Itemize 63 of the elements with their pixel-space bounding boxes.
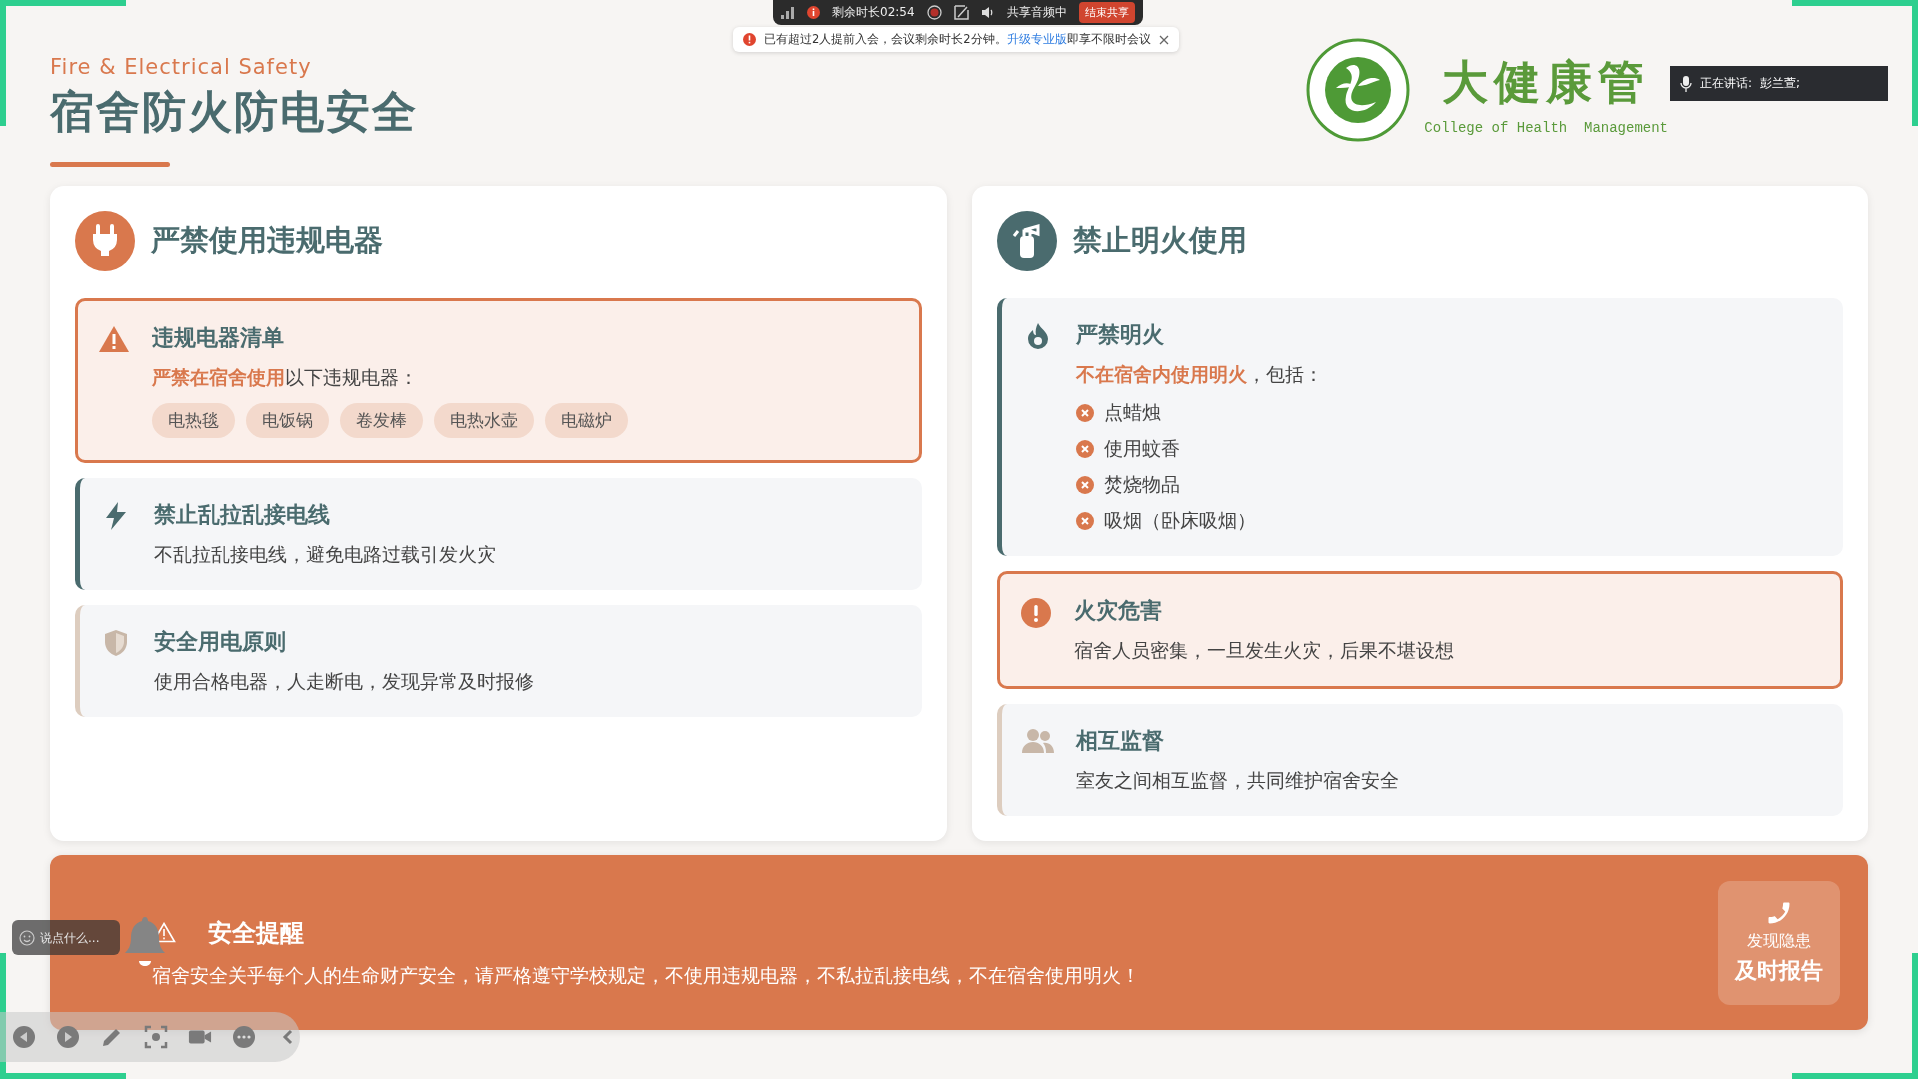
list-item-text: 吸烟（卧床吸烟） bbox=[1103, 508, 1256, 533]
college-english-name: College of Health Management bbox=[1424, 120, 1668, 136]
shield-icon bbox=[104, 629, 128, 657]
item-title: 安全用电原则 bbox=[154, 628, 287, 656]
college-name: 大健康管 bbox=[1442, 54, 1651, 111]
item-text: 宿舍人员密集，一旦发生火灾，后果不堪设想 bbox=[1073, 638, 1454, 663]
screenshot-icon[interactable] bbox=[144, 1025, 168, 1049]
warning-icon bbox=[98, 325, 130, 353]
play-icon[interactable] bbox=[56, 1025, 80, 1049]
chat-field[interactable]: 说点什么... bbox=[12, 920, 120, 955]
item-title: 违规电器清单 bbox=[152, 324, 285, 352]
signal-icon bbox=[781, 6, 795, 19]
smiley-icon bbox=[19, 930, 35, 946]
previous-icon[interactable] bbox=[12, 1025, 36, 1049]
appliance-tag: 电热毯 bbox=[152, 403, 235, 438]
error-icon bbox=[743, 33, 756, 46]
cross-icon bbox=[1075, 512, 1094, 530]
report-button[interactable]: 发现隐患 及时报告 bbox=[1718, 880, 1840, 1005]
banner-text: 宿舍安全关乎每个人的生命财产安全，请严格遵守学校规定，不使用违规电器，不私拉乱接电线，不在宿舍使用明火！ bbox=[152, 962, 1140, 988]
panel-title: 严禁使用违规电器 bbox=[151, 222, 383, 259]
fire-extinguisher-icon bbox=[1011, 224, 1042, 258]
close-icon[interactable] bbox=[1158, 34, 1169, 45]
record-icon[interactable] bbox=[926, 5, 942, 20]
item-title: 禁止乱拉乱接电线 bbox=[154, 501, 331, 529]
flame-icon bbox=[1025, 322, 1050, 350]
speaker-icon[interactable] bbox=[980, 6, 995, 19]
panel-title: 禁止明火使用 bbox=[1072, 222, 1247, 259]
list-item-text: 使用蚊香 bbox=[1103, 436, 1180, 461]
upgrade-link[interactable]: 升级专业版 bbox=[1006, 32, 1067, 46]
lightning-icon bbox=[105, 502, 127, 530]
item-text: 不在宿舍内使用明火，包括： bbox=[1075, 362, 1323, 387]
item-title: 相互监督 bbox=[1075, 727, 1165, 755]
info-icon bbox=[807, 6, 820, 19]
appliance-tag: 卷发棒 bbox=[340, 403, 423, 438]
speaker-name: 彭兰萱; bbox=[1760, 75, 1801, 92]
plug-icon bbox=[90, 224, 120, 258]
item-text: 不乱拉乱接电线，避免电路过载引发火灾 bbox=[154, 542, 496, 567]
more-icon[interactable] bbox=[232, 1025, 256, 1049]
microphone-icon bbox=[1680, 75, 1692, 92]
speaking-label: 正在讲话: bbox=[1700, 75, 1753, 92]
notice-text: 已有超过2人提前入会，会议剩余时长2分钟。升级专业版即享不限时会议 bbox=[764, 32, 1151, 47]
banner-title: 安全提醒 bbox=[208, 917, 304, 949]
audio-sharing-status: 共享音频中 bbox=[1006, 4, 1067, 21]
appliance-tag: 电热水壶 bbox=[434, 403, 534, 438]
cross-icon bbox=[1075, 404, 1094, 422]
appliance-tag: 电饭锅 bbox=[246, 403, 329, 438]
item-title: 严禁明火 bbox=[1075, 321, 1165, 349]
page-subtitle: Fire & Electrical Safety bbox=[50, 55, 313, 79]
item-text: 严禁在宿舍使用以下违规电器： bbox=[152, 365, 419, 390]
annotation-icon[interactable] bbox=[953, 5, 969, 20]
cross-icon bbox=[1075, 440, 1094, 458]
end-share-button[interactable]: 结束共享 bbox=[1078, 2, 1135, 23]
list-item-text: 点蜡烛 bbox=[1103, 400, 1161, 425]
exclamation-icon bbox=[1020, 598, 1051, 628]
item-text: 使用合格电器，人走断电，发现异常及时报修 bbox=[154, 669, 534, 694]
item-text: 室友之间相互监督，共同维护宿舍安全 bbox=[1075, 768, 1399, 793]
item-title: 火灾危害 bbox=[1073, 597, 1163, 625]
appliance-tag: 电磁炉 bbox=[545, 403, 628, 438]
page-title: 宿舍防火防电安全 bbox=[50, 85, 418, 139]
people-icon bbox=[1021, 728, 1054, 754]
remaining-time: 剩余时长02:54 bbox=[832, 4, 915, 21]
list-item-text: 焚烧物品 bbox=[1103, 472, 1180, 497]
cross-icon bbox=[1075, 476, 1094, 494]
